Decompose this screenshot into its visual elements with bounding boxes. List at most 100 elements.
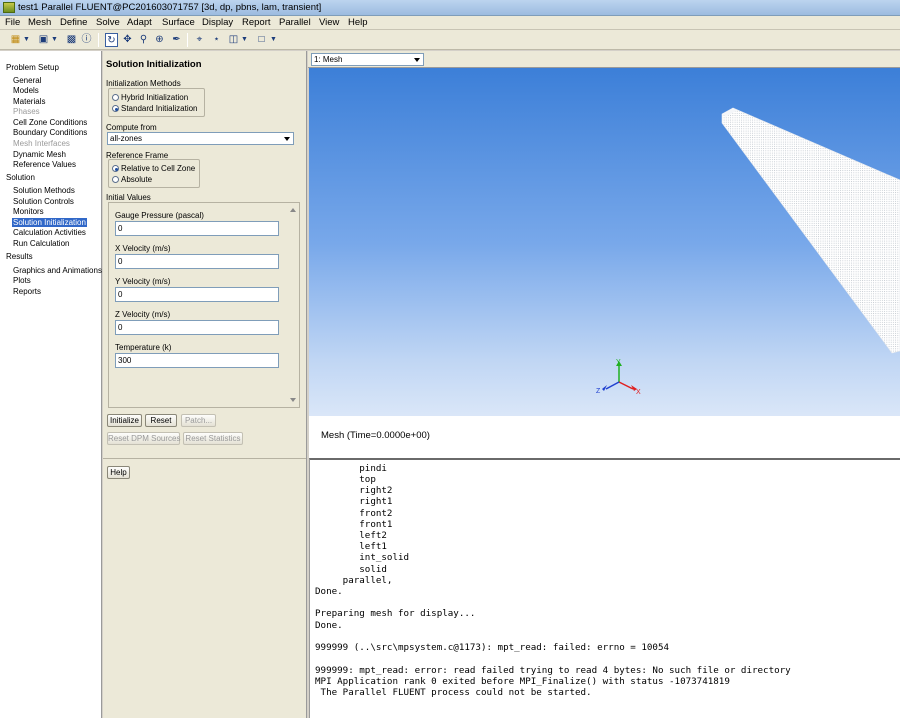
- axes-triad: Y X Z: [596, 359, 641, 396]
- dropdown-icon[interactable]: ▼: [51, 33, 58, 47]
- z-axis-line: [605, 381, 620, 390]
- menu-surface[interactable]: Surface: [162, 17, 195, 28]
- graphics-window-bar: 1: Mesh: [308, 51, 900, 68]
- help-icon[interactable]: ⓘ: [80, 33, 93, 47]
- tree-item-reference-values[interactable]: Reference Values: [13, 160, 76, 169]
- tree-item-solution-controls[interactable]: Solution Controls: [13, 197, 74, 206]
- menu-view[interactable]: View: [319, 17, 339, 28]
- reset-button[interactable]: Reset: [145, 414, 177, 427]
- open-icon[interactable]: ▦: [9, 33, 22, 47]
- tree-item-dynamic-mesh[interactable]: Dynamic Mesh: [13, 150, 66, 159]
- radio-relative-to-cell-zone[interactable]: Relative to Cell Zone: [112, 164, 195, 173]
- menu-file[interactable]: File: [5, 17, 20, 28]
- scroll-down-icon[interactable]: [290, 398, 296, 402]
- graphics-viewport[interactable]: Y X Z Mesh (Time=0.0000e+00): [309, 68, 900, 458]
- tree-item-mesh-interfaces: Mesh Interfaces: [13, 139, 70, 148]
- menu-parallel[interactable]: Parallel: [279, 17, 311, 28]
- radio-button-icon: [112, 94, 119, 101]
- graphics-caption: Mesh (Time=0.0000e+00): [321, 430, 430, 441]
- console-line: 999999: mpt_read: error: read failed try…: [315, 665, 791, 676]
- patch-button[interactable]: Patch...: [181, 414, 216, 427]
- tree-section-results[interactable]: Results: [6, 252, 33, 261]
- mesh-plate: [721, 107, 900, 354]
- help-button[interactable]: Help: [107, 466, 130, 479]
- tree-item-solution-methods[interactable]: Solution Methods: [13, 186, 75, 195]
- init-methods-group: Hybrid Initialization Standard Initializ…: [108, 88, 205, 117]
- toolbar-separator: [98, 33, 99, 47]
- probe-icon[interactable]: ✒: [170, 33, 183, 47]
- menu-solve[interactable]: Solve: [96, 17, 120, 28]
- tree-item-reports[interactable]: Reports: [13, 287, 41, 296]
- tree-item-models[interactable]: Models: [13, 86, 39, 95]
- dropdown-icon[interactable]: ▼: [241, 33, 248, 47]
- console-line: 999999 (..\src\mpsystem.c@1173): mpt_rea…: [315, 642, 670, 653]
- solution-initialization-panel: Solution Initialization Initialization M…: [103, 51, 307, 718]
- x-velocity-label: X Velocity (m/s): [115, 244, 171, 253]
- initial-values-box: Gauge Pressure (pascal) 0 X Velocity (m/…: [108, 202, 300, 408]
- reset-statistics-button[interactable]: Reset Statistics: [183, 432, 243, 445]
- console-output[interactable]: pindi top right2 right1 front2 front1 le…: [309, 458, 900, 718]
- tree-item-solution-initialization[interactable]: Solution Initialization: [12, 218, 87, 227]
- viewport-icon[interactable]: □: [255, 33, 268, 47]
- console-line: solid: [315, 564, 387, 575]
- tree-item-calculation-activities[interactable]: Calculation Activities: [13, 228, 86, 237]
- zoom-icon[interactable]: ⚲: [137, 33, 150, 47]
- gauge-pressure-input[interactable]: 0: [115, 221, 279, 236]
- radio-hybrid-initialization[interactable]: Hybrid Initialization: [112, 93, 188, 102]
- tree-section-solution[interactable]: Solution: [6, 173, 35, 182]
- compute-from-label: Compute from: [106, 123, 157, 132]
- tree-item-boundary-conditions[interactable]: Boundary Conditions: [13, 128, 87, 137]
- save-icon[interactable]: ▣: [37, 33, 50, 47]
- console-line: MPI Application rank 0 exited before MPI…: [315, 676, 730, 687]
- layout-icon[interactable]: ◫: [227, 33, 240, 47]
- tree-item-graphics-and-animations[interactable]: Graphics and Animations: [13, 266, 102, 275]
- menu-help[interactable]: Help: [348, 17, 368, 28]
- init-methods-label: Initialization Methods: [106, 79, 181, 88]
- console-line: left1: [315, 541, 387, 552]
- x-axis-line: [618, 381, 634, 390]
- print-icon[interactable]: ▩: [65, 33, 78, 47]
- axes-icon[interactable]: ⋆: [210, 33, 223, 47]
- tree-item-monitors[interactable]: Monitors: [13, 207, 44, 216]
- console-line: Done.: [315, 620, 343, 631]
- radio-button-checked-icon: [112, 105, 119, 112]
- tree-item-general[interactable]: General: [13, 76, 41, 85]
- compute-from-select[interactable]: all-zones: [107, 132, 294, 145]
- title-bar: test1 Parallel FLUENT@PC201603071757 [3d…: [0, 0, 900, 16]
- dropdown-icon[interactable]: ▼: [23, 33, 30, 47]
- y-velocity-input[interactable]: 0: [115, 287, 279, 302]
- tree-item-plots[interactable]: Plots: [13, 276, 31, 285]
- x-axis-label: X: [636, 389, 641, 396]
- pan-icon[interactable]: ✥: [121, 33, 134, 47]
- zoom-fit-icon[interactable]: ⌖: [193, 33, 206, 47]
- tree-item-cell-zone-conditions[interactable]: Cell Zone Conditions: [13, 118, 87, 127]
- radio-absolute[interactable]: Absolute: [112, 175, 152, 184]
- tree-item-run-calculation[interactable]: Run Calculation: [13, 239, 69, 248]
- z-velocity-input[interactable]: 0: [115, 320, 279, 335]
- tree-section-problem-setup[interactable]: Problem Setup: [6, 63, 59, 72]
- radio-button-checked-icon: [112, 165, 119, 172]
- tree-item-materials[interactable]: Materials: [13, 97, 45, 106]
- initial-values-scrollbar[interactable]: [289, 204, 298, 406]
- rotate-icon[interactable]: ↻: [105, 33, 118, 47]
- zoom-in-icon[interactable]: ⊕: [153, 33, 166, 47]
- mesh-display: [721, 107, 900, 354]
- menu-report[interactable]: Report: [242, 17, 271, 28]
- console-line: front1: [315, 519, 393, 530]
- radio-standard-initialization[interactable]: Standard Initialization: [112, 104, 198, 113]
- menu-define[interactable]: Define: [60, 17, 87, 28]
- dropdown-icon[interactable]: ▼: [270, 33, 277, 47]
- menu-mesh[interactable]: Mesh: [28, 17, 51, 28]
- gauge-pressure-label: Gauge Pressure (pascal): [115, 211, 204, 220]
- menu-bar: File Mesh Define Solve Adapt Surface Dis…: [0, 16, 900, 30]
- initialize-button[interactable]: Initialize: [107, 414, 142, 427]
- x-velocity-input[interactable]: 0: [115, 254, 279, 269]
- graphics-window-select[interactable]: 1: Mesh: [311, 53, 424, 66]
- temperature-input[interactable]: 300: [115, 353, 279, 368]
- fluent-app-icon: [3, 2, 15, 13]
- menu-display[interactable]: Display: [202, 17, 233, 28]
- console-line: left2: [315, 530, 387, 541]
- menu-adapt[interactable]: Adapt: [127, 17, 152, 28]
- reset-dpm-sources-button[interactable]: Reset DPM Sources: [107, 432, 180, 445]
- scroll-up-icon[interactable]: [290, 208, 296, 212]
